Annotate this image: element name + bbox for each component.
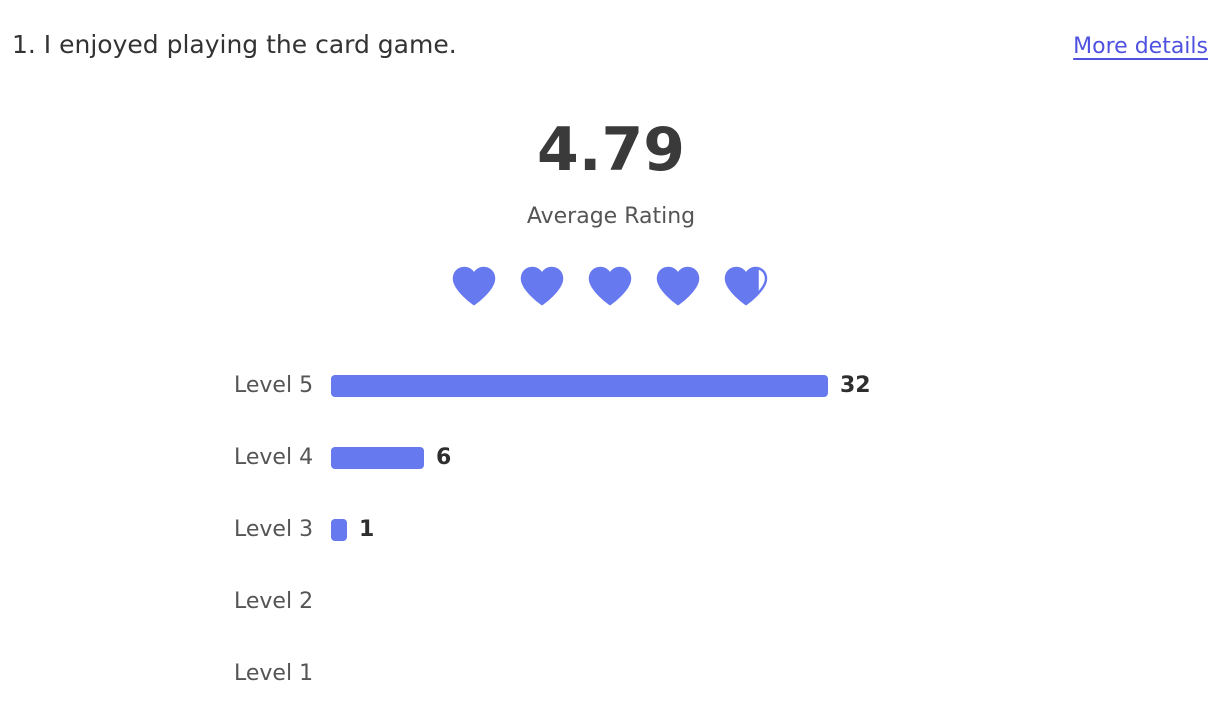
level-row: Level 3 1	[0, 515, 1222, 545]
level-count: 32	[840, 373, 871, 398]
level-row: Level 2	[0, 587, 1222, 617]
level-label: Level 5	[234, 373, 314, 398]
level-bar	[331, 447, 424, 469]
level-distribution: Level 5 32 Level 4 6 Level 3 1 Level 2 Level 1	[0, 0, 1222, 728]
level-count: 1	[359, 517, 375, 542]
level-label: Level 3	[234, 517, 314, 542]
level-label: Level 4	[234, 445, 314, 470]
level-row: Level 5 32	[0, 371, 1222, 401]
level-row: Level 4 6	[0, 443, 1222, 473]
level-label: Level 2	[234, 589, 314, 614]
rating-summary-panel: 1. I enjoyed playing the card game. More…	[0, 0, 1222, 728]
level-bar	[331, 375, 828, 397]
level-count: 6	[436, 445, 452, 470]
level-label: Level 1	[234, 661, 314, 686]
level-row: Level 1	[0, 659, 1222, 689]
level-bar	[331, 519, 347, 541]
